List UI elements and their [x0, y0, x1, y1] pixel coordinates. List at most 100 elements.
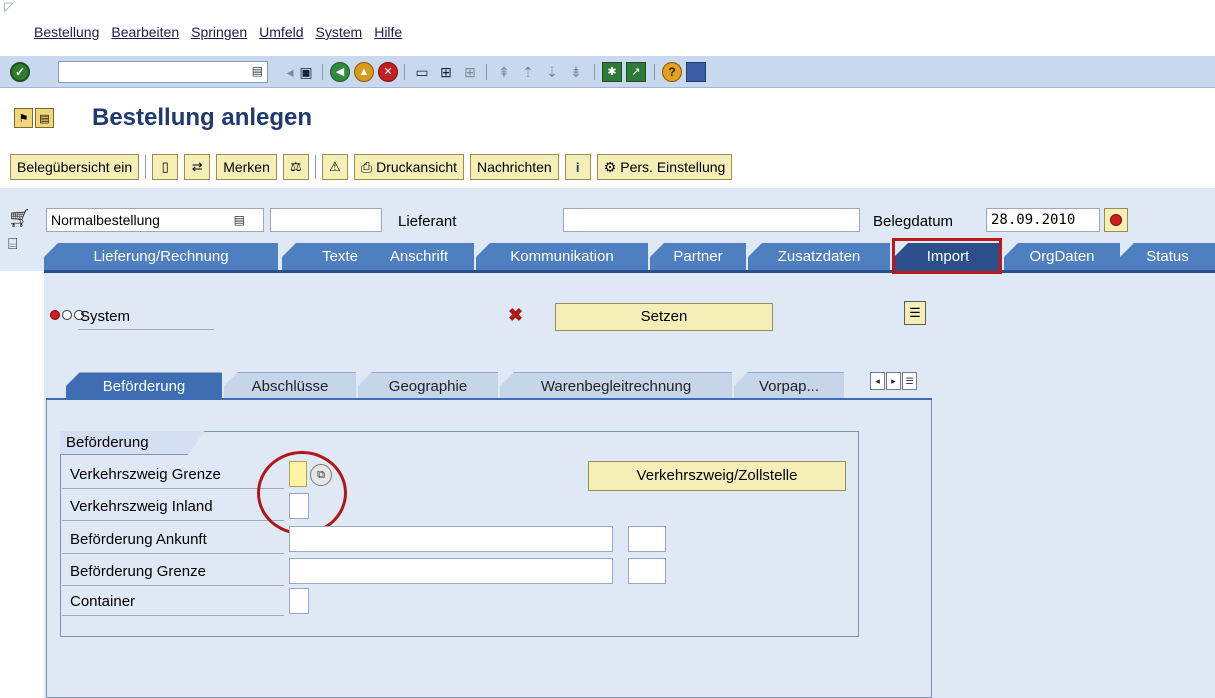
document-date-label: Belegdatum — [873, 213, 954, 230]
supplier-number-field[interactable] — [270, 208, 382, 232]
dropdown-icon[interactable]: ▤ — [252, 64, 263, 78]
tab-scroll-left-icon[interactable]: ◂ — [870, 372, 885, 390]
window-corner-icon: ◸ — [4, 0, 14, 14]
supplier-name-field[interactable] — [563, 208, 860, 232]
tab-underline — [44, 270, 1215, 273]
toolbar-separator — [314, 155, 316, 179]
transport-border-code-input[interactable] — [628, 558, 666, 584]
back-icon[interactable]: ◀ — [330, 62, 350, 82]
help-icon[interactable]: ? — [662, 62, 682, 82]
menu-system[interactable]: System — [316, 24, 363, 44]
application-toolbar: Belegübersicht ein ▯ ⇄ Merken ⚖ ⚠ ⎙ Druc… — [10, 151, 733, 183]
remember-button[interactable]: Merken — [216, 154, 277, 180]
subtab-geographie[interactable]: Geographie — [358, 372, 498, 400]
container-input[interactable] — [289, 588, 309, 614]
transport-arrival-input[interactable] — [289, 526, 613, 552]
messages-check-icon[interactable]: ⚠ — [321, 154, 348, 180]
page-title: Bestellung anlegen — [92, 104, 313, 131]
info-icon[interactable]: i — [564, 154, 591, 180]
tab-zusatzdaten[interactable]: Zusatzdaten — [748, 243, 890, 271]
document-date-field[interactable]: 28.09.2010 — [986, 208, 1100, 232]
create-icon[interactable]: ▯ — [152, 154, 179, 180]
enter-icon[interactable]: ✓ — [10, 62, 30, 82]
tab-list-icon[interactable]: ☰ — [902, 372, 917, 390]
subtab-abschluesse[interactable]: Abschlüsse — [224, 372, 356, 400]
first-page-icon[interactable]: ⇞ — [494, 62, 514, 82]
transport-arrival-code-input[interactable] — [628, 526, 666, 552]
details-icon[interactable]: ☰ — [904, 301, 926, 325]
order-type-value: Normalbestellung — [51, 212, 160, 228]
exit-icon[interactable]: ▲ — [354, 62, 374, 82]
header-toggle-icon[interactable]: ⌸ — [8, 236, 28, 264]
subtab-warenbegleitrechnung[interactable]: Warenbegleitrechnung — [500, 372, 732, 400]
print-preview-label: Druckansicht — [376, 159, 457, 175]
print-preview-button[interactable]: ⎙ Druckansicht — [353, 154, 464, 180]
menu-umfeld[interactable]: Umfeld — [259, 24, 303, 44]
menu-springen[interactable]: Springen — [191, 24, 247, 44]
personal-settings-label: Pers. Einstellung — [620, 159, 726, 175]
document-flow-icon[interactable]: ⚑ — [14, 108, 33, 128]
find-icon[interactable]: ⊞ — [436, 62, 456, 82]
toolbar-separator — [322, 64, 323, 80]
status-light-button[interactable] — [1104, 208, 1128, 232]
tab-status[interactable]: Status — [1120, 243, 1215, 271]
personal-settings-icon: ⚙ — [603, 158, 617, 175]
set-button[interactable]: Setzen — [555, 303, 773, 331]
cancel-icon[interactable]: ✕ — [378, 62, 398, 82]
tab-orgdaten[interactable]: OrgDaten — [1004, 243, 1120, 271]
import-tab-highlight — [892, 238, 1002, 274]
delete-icon[interactable]: ✖ — [508, 305, 523, 326]
header-tabs: Lieferung/Rechnung Texte Anschrift Kommu… — [44, 243, 1215, 271]
order-type-select[interactable]: Normalbestellung ▤ — [46, 208, 264, 232]
mode-inland-label: Verkehrszweig Inland — [62, 493, 284, 521]
tab-lieferung-rechnung[interactable]: Lieferung/Rechnung — [44, 243, 278, 271]
find-next-icon[interactable]: ⊞ — [460, 62, 480, 82]
mode-border-label: Verkehrszweig Grenze — [62, 461, 284, 489]
title-icons: ⚑ ▤ — [14, 108, 54, 128]
highlight-circle — [257, 451, 347, 535]
new-session-icon[interactable]: ✱ — [602, 62, 622, 82]
transport-border-input[interactable] — [289, 558, 613, 584]
print-icon[interactable]: ▭ — [412, 62, 432, 82]
last-page-icon[interactable]: ⇟ — [566, 62, 586, 82]
toolbar-separator — [486, 64, 487, 80]
red-light-icon — [1110, 214, 1122, 226]
group-title-text: Beförderung — [66, 434, 149, 451]
tab-scroll-right-icon[interactable]: ▸ — [886, 372, 901, 390]
check-icon[interactable]: ⚖ — [282, 154, 309, 180]
mode-customs-office-button[interactable]: Verkehrszweig/Zollstelle — [588, 461, 846, 491]
subtab-befoerderung[interactable]: Beförderung — [66, 372, 222, 400]
tab-anschrift[interactable]: Anschrift — [364, 243, 474, 271]
tab-kommunikation[interactable]: Kommunikation — [476, 243, 648, 271]
menu-bearbeiten[interactable]: Bearbeiten — [111, 24, 179, 44]
document-overview-button[interactable]: Belegübersicht ein — [10, 154, 140, 180]
group-title: Beförderung — [60, 431, 205, 455]
menu-bestellung[interactable]: Bestellung — [34, 24, 99, 44]
left-margin — [0, 271, 44, 698]
shortcut-icon[interactable]: ↗ — [626, 62, 646, 82]
layout-menu-icon[interactable] — [686, 62, 706, 82]
standard-toolbar: ✓ ▤ ◂ ▣ ◀ ▲ ✕ ▭ ⊞ ⊞ ⇞ ⇡ ⇣ ⇟ ✱ ↗ ? — [0, 56, 1215, 88]
shopping-cart-icon[interactable]: 🛒︎ — [8, 208, 34, 232]
toolbar-separator — [594, 64, 595, 80]
container-label: Container — [62, 588, 284, 616]
tab-scroll-buttons: ◂ ▸ ☰ — [870, 372, 917, 390]
toolbar-separator — [145, 155, 147, 179]
personal-object-list-icon[interactable]: ▤ — [35, 108, 54, 128]
print-preview-icon: ⎙ — [360, 158, 373, 175]
next-page-icon[interactable]: ⇣ — [542, 62, 562, 82]
system-underline — [78, 329, 214, 330]
messages-button[interactable]: Nachrichten — [470, 154, 559, 180]
supplier-label: Lieferant — [398, 213, 457, 230]
dropdown-icon[interactable]: ▤ — [234, 209, 245, 231]
tab-partner[interactable]: Partner — [650, 243, 746, 271]
menu-bar: Bestellung Bearbeiten Springen Umfeld Sy… — [34, 24, 402, 44]
prev-page-icon[interactable]: ⇡ — [518, 62, 538, 82]
personal-settings-button[interactable]: ⚙ Pers. Einstellung — [596, 154, 733, 180]
command-field[interactable]: ▤ — [58, 61, 268, 83]
other-purchase-order-icon[interactable]: ⇄ — [184, 154, 211, 180]
subtab-vorpapiere[interactable]: Vorpap... — [734, 372, 844, 400]
toolbar-separator — [654, 64, 655, 80]
menu-hilfe[interactable]: Hilfe — [374, 24, 402, 44]
save-icon[interactable]: ▣ — [296, 62, 316, 82]
